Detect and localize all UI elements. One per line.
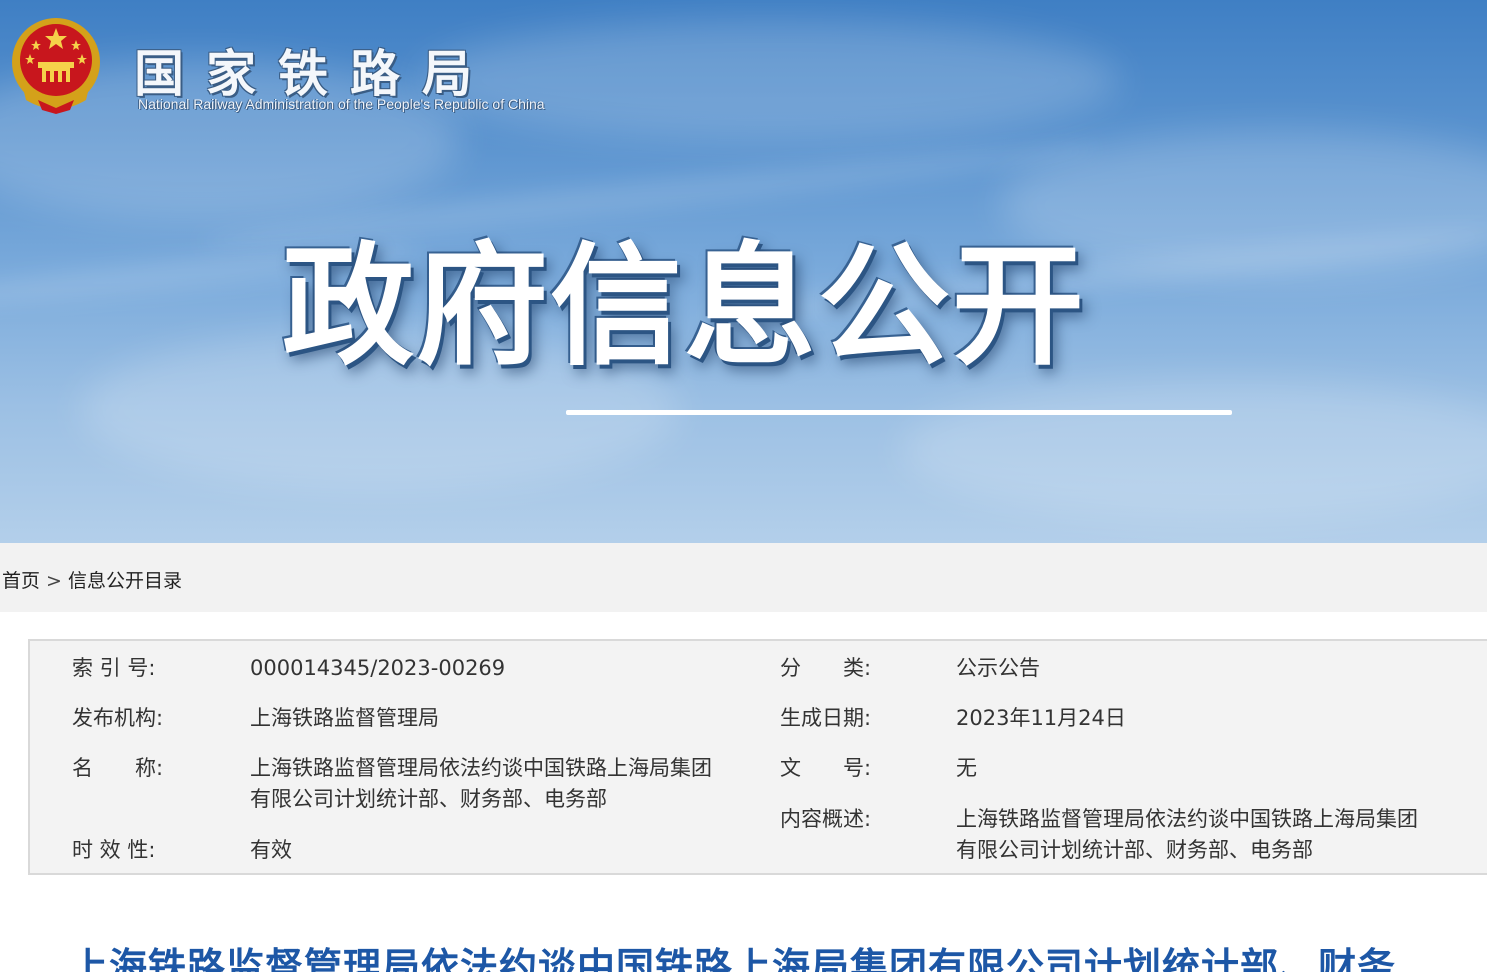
meta-summary-value-line2: 有限公司计划统计部、财务部、电务部 bbox=[956, 838, 1313, 862]
site-logo-english[interactable]: National Railway Administration of the P… bbox=[138, 96, 545, 112]
meta-name-value-line1: 上海铁路监督管理局依法约谈中国铁路上海局集团 bbox=[250, 756, 712, 780]
article-title: 上海铁路监督管理局依法约谈中国铁路上海局集团有限公司计划统计部、财务 bbox=[70, 945, 1397, 972]
meta-summary-label: 内容概述: bbox=[780, 807, 872, 831]
meta-index-value: 000014345/2023-00269 bbox=[250, 656, 506, 680]
meta-docno-value: 无 bbox=[956, 756, 977, 780]
banner-underline bbox=[566, 410, 1232, 415]
meta-publisher-value: 上海铁路监督管理局 bbox=[250, 706, 439, 730]
breadcrumb-current-link[interactable]: 信息公开目录 bbox=[68, 570, 182, 592]
document-meta-table: 索 引 号: 发布机构: 名 称: 时 效 性: 000014345/2023-… bbox=[28, 639, 1487, 875]
meta-validity-value: 有效 bbox=[250, 838, 292, 862]
meta-validity-label: 时 效 性: bbox=[72, 838, 156, 862]
breadcrumb-separator: > bbox=[46, 570, 62, 592]
meta-date-label: 生成日期: bbox=[780, 706, 872, 730]
banner-title: 政府信息公开 bbox=[282, 230, 1086, 384]
breadcrumb-bar bbox=[0, 543, 1487, 612]
meta-category-label: 分 类: bbox=[780, 656, 872, 680]
banner-cloud bbox=[420, 20, 1120, 140]
meta-category-value: 公示公告 bbox=[956, 656, 1040, 680]
breadcrumb-home-link[interactable]: 首页 bbox=[2, 570, 40, 592]
meta-name-value-line2: 有限公司计划统计部、财务部、电务部 bbox=[250, 787, 607, 811]
meta-publisher-label: 发布机构: bbox=[72, 706, 164, 730]
meta-index-label: 索 引 号: bbox=[72, 656, 156, 680]
breadcrumb: 首页 > 信息公开目录 bbox=[2, 566, 182, 593]
national-emblem-icon[interactable] bbox=[8, 14, 104, 114]
meta-date-value: 2023年11月24日 bbox=[956, 706, 1126, 730]
meta-summary-value-line1: 上海铁路监督管理局依法约谈中国铁路上海局集团 bbox=[956, 807, 1418, 831]
header-banner: 国家铁路局 National Railway Administration of… bbox=[0, 0, 1487, 543]
meta-name-label: 名 称: bbox=[72, 756, 164, 780]
meta-docno-label: 文 号: bbox=[780, 756, 872, 780]
banner-cloud bbox=[900, 380, 1487, 520]
